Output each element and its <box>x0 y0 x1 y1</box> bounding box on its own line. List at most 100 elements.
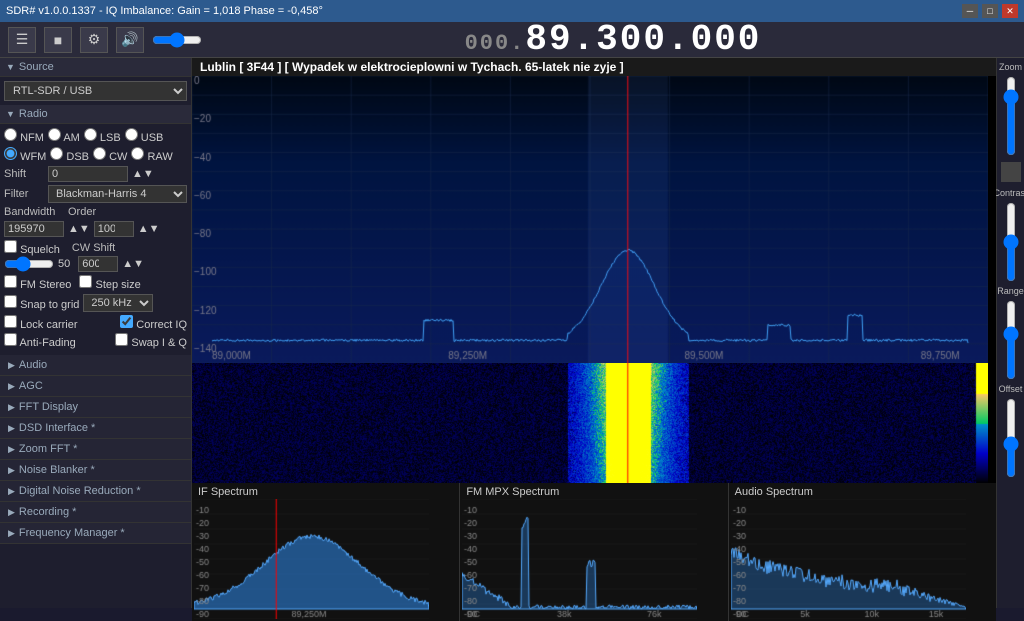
if-spectrum-panel: IF Spectrum <box>192 483 460 621</box>
fm-stereo-label[interactable]: FM Stereo <box>4 275 71 291</box>
mode-row-1: NFM AM LSB USB <box>4 128 187 144</box>
raw-label[interactable]: RAW <box>131 147 172 163</box>
raw-radio[interactable] <box>131 147 144 160</box>
if-spectrum-title: IF Spectrum <box>194 485 457 499</box>
waterfall-display[interactable] <box>192 363 996 483</box>
lsb-label[interactable]: LSB <box>84 128 121 144</box>
agc-label: AGC <box>19 380 43 392</box>
right-sidebar: Zoom Contrast Range Offset <box>996 58 1024 608</box>
recording-label: Recording * <box>19 506 76 518</box>
info-bar: Lublin [ 3F44 ] [ Wypadek w elektrociepl… <box>192 58 996 76</box>
recording-header[interactable]: ▶ Recording * <box>0 502 191 522</box>
toolbar: ☰ ■ ⚙ 🔊 000.89.300.000 <box>0 22 1024 58</box>
fm-stereo-checkbox[interactable] <box>4 275 17 288</box>
zoom-label: Zoom <box>999 62 1022 72</box>
audio-label: Audio <box>19 359 47 371</box>
squelch-value: 50 <box>58 258 70 270</box>
dsb-label[interactable]: DSB <box>50 147 89 163</box>
dsd-header[interactable]: ▶ DSD Interface * <box>0 418 191 438</box>
radio-label: Radio <box>19 108 48 120</box>
step-size-checkbox[interactable] <box>79 275 92 288</box>
squelch-slider[interactable] <box>4 257 54 271</box>
window-title: SDR# v1.0.0.1337 - IQ Imbalance: Gain = … <box>6 5 323 17</box>
lock-carrier-checkbox[interactable] <box>4 315 17 328</box>
swap-iq-checkbox[interactable] <box>115 333 128 346</box>
wfm-radio[interactable] <box>4 147 17 160</box>
audio-spectrum-canvas[interactable] <box>731 499 966 619</box>
main-layout: ▼ Source RTL-SDR / USB ▼ Radio NFM AM LS… <box>0 58 1024 608</box>
snap-label[interactable]: Snap to grid <box>4 295 79 311</box>
cw-radio[interactable] <box>93 147 106 160</box>
anti-fading-checkbox[interactable] <box>4 333 17 346</box>
squelch-checkbox-label[interactable]: Squelch <box>4 240 60 256</box>
noise-blanker-header[interactable]: ▶ Noise Blanker * <box>0 460 191 480</box>
dsd-label: DSD Interface * <box>19 422 95 434</box>
range-slider[interactable] <box>1004 300 1018 380</box>
snap-row: Snap to grid 250 kHz <box>4 294 187 312</box>
volume-slider[interactable] <box>152 32 202 48</box>
maximize-button[interactable]: □ <box>982 4 998 18</box>
audio-button[interactable]: 🔊 <box>116 27 144 53</box>
freq-manager-header[interactable]: ▶ Frequency Manager * <box>0 523 191 543</box>
am-label[interactable]: AM <box>48 128 80 144</box>
cw-label[interactable]: CW <box>93 147 127 163</box>
zoom-slider[interactable] <box>1004 76 1018 156</box>
contrast-slider[interactable] <box>1004 202 1018 282</box>
source-device-select[interactable]: RTL-SDR / USB <box>4 81 187 101</box>
bw-order-inputs: ▲▼ ▲▼ <box>4 221 187 237</box>
audio-header[interactable]: ▶ Audio <box>0 355 191 375</box>
squelch-label: Squelch <box>20 244 60 256</box>
am-radio[interactable] <box>48 128 61 141</box>
spectrum-canvas[interactable] <box>192 76 988 363</box>
snap-checkbox[interactable] <box>4 295 17 308</box>
zoom-fft-header[interactable]: ▶ Zoom FFT * <box>0 439 191 459</box>
step-size-label[interactable]: Step size <box>79 275 140 291</box>
bandwidth-input[interactable] <box>4 221 64 237</box>
shift-input[interactable] <box>48 166 128 182</box>
freq-prefix: 000. <box>465 31 526 56</box>
dsd-section: ▶ DSD Interface * <box>0 418 191 439</box>
cw-shift-input[interactable] <box>78 256 118 272</box>
wfm-label[interactable]: WFM <box>4 147 46 163</box>
usb-label[interactable]: USB <box>125 128 164 144</box>
squelch-checkbox[interactable] <box>4 240 17 253</box>
dnr-label: Digital Noise Reduction * <box>19 485 141 497</box>
agc-header[interactable]: ▶ AGC <box>0 376 191 396</box>
filter-row: Filter Blackman-Harris 4 <box>4 185 187 203</box>
source-section-header: ▼ Source <box>0 58 191 77</box>
noise-blanker-section: ▶ Noise Blanker * <box>0 460 191 481</box>
fm-mpx-canvas[interactable] <box>462 499 697 619</box>
iq-row-2: Anti-Fading Swap I & Q <box>4 333 187 349</box>
snap-select[interactable]: 250 kHz <box>83 294 153 312</box>
dsb-radio[interactable] <box>50 147 63 160</box>
window-controls: ─ □ ✕ <box>962 4 1018 18</box>
settings-button[interactable]: ⚙ <box>80 27 108 53</box>
fm-step-row: FM Stereo Step size <box>4 275 187 291</box>
waterfall-canvas[interactable] <box>192 363 988 483</box>
freq-main: 89.300.000 <box>525 19 761 60</box>
if-spectrum-canvas[interactable] <box>194 499 429 619</box>
lsb-radio[interactable] <box>84 128 97 141</box>
radio-content: NFM AM LSB USB WFM DSB CW RAW Shift ▲▼ <box>0 124 191 355</box>
offset-slider[interactable] <box>1004 398 1018 478</box>
dnr-header[interactable]: ▶ Digital Noise Reduction * <box>0 481 191 501</box>
info-text: Lublin [ 3F44 ] [ Wypadek w elektrociepl… <box>200 60 624 74</box>
source-label: Source <box>19 61 54 73</box>
correct-iq-checkbox[interactable] <box>120 315 133 328</box>
freq-manager-label: Frequency Manager * <box>19 527 125 539</box>
fft-header[interactable]: ▶ FFT Display <box>0 397 191 417</box>
spectrum-display[interactable] <box>192 76 996 363</box>
close-button[interactable]: ✕ <box>1002 4 1018 18</box>
nfm-label[interactable]: NFM <box>4 128 44 144</box>
audio-spectrum-panel: Audio Spectrum <box>729 483 996 621</box>
order-input[interactable] <box>94 221 134 237</box>
nfm-radio[interactable] <box>4 128 17 141</box>
usb-radio[interactable] <box>125 128 138 141</box>
filter-select[interactable]: Blackman-Harris 4 <box>48 185 187 203</box>
range-label: Range <box>997 286 1024 296</box>
zoom-fft-label: Zoom FFT * <box>19 443 77 455</box>
menu-button[interactable]: ☰ <box>8 27 36 53</box>
dnr-section: ▶ Digital Noise Reduction * <box>0 481 191 502</box>
minimize-button[interactable]: ─ <box>962 4 978 18</box>
stop-button[interactable]: ■ <box>44 27 72 53</box>
